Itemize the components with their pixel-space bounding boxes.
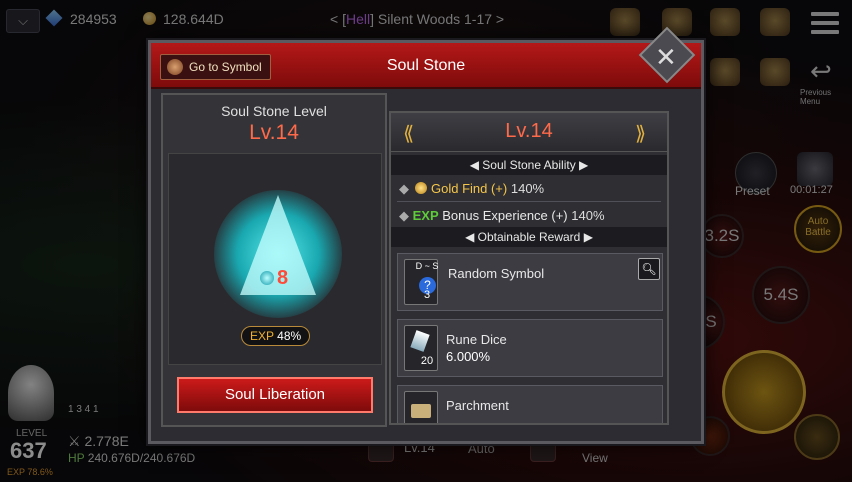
magnifier-icon[interactable]: 🔍︎ <box>638 258 660 280</box>
reward-name: Random Symbol <box>448 266 545 281</box>
reward-header: ◀ Obtainable Reward ▶ <box>391 227 667 247</box>
exp-badge: EXP 48% <box>241 326 311 346</box>
next-level-icon[interactable]: ⟫ <box>635 121 646 146</box>
soul-stone-level-label: Soul Stone Level <box>221 103 327 119</box>
soul-stone-level-panel: Soul Stone Level Lv.14 8 EXP 48% Soul Li… <box>161 93 387 427</box>
reward-item-parchment[interactable]: Parchment <box>397 385 663 423</box>
diamond-bullet-icon: ◆ <box>399 208 409 223</box>
modal-header: Go to Symbol Soul Stone ✕ <box>151 26 701 89</box>
level-selector: ⟪ Lv.14 ⟫ <box>391 113 667 152</box>
gold-coin-icon <box>415 182 427 194</box>
crystal-display: 8 EXP 48% <box>168 153 382 365</box>
shard-count: 8 <box>277 267 289 289</box>
soul-stone-detail-panel: ⟪ Lv.14 ⟫ ◀ Soul Stone Ability ▶ ◆ Gold F… <box>389 111 669 425</box>
soul-shard-icon <box>260 271 274 285</box>
reward-name: Parchment <box>446 398 509 413</box>
soul-liberation-button[interactable]: Soul Liberation <box>177 377 373 413</box>
ability-gold-find: ◆ Gold Find (+) 140% <box>399 181 545 196</box>
close-icon[interactable]: ✕ <box>655 42 677 73</box>
soul-stone-level-value: Lv.14 <box>249 121 299 144</box>
reward-item-random-symbol[interactable]: D ~ S ? 3 Random Symbol 🔍︎ <box>397 253 663 311</box>
divider <box>397 201 661 202</box>
reward-chance: 6.000% <box>446 349 491 364</box>
ability-bonus-exp: ◆ EXP Bonus Experience (+) 140% <box>399 208 605 223</box>
ability-header: ◀ Soul Stone Ability ▶ <box>391 155 667 175</box>
modal-title: Soul Stone <box>386 57 466 74</box>
soul-stone-modal: Go to Symbol Soul Stone ✕ Soul Stone Lev… <box>148 26 704 444</box>
rune-dice-icon: 20 <box>404 325 438 371</box>
random-symbol-icon: D ~ S ? 3 <box>404 259 438 305</box>
parchment-icon <box>404 391 438 423</box>
diamond-bullet-icon: ◆ <box>399 181 409 196</box>
reward-item-rune-dice[interactable]: 20 Rune Dice 6.000% <box>397 319 663 377</box>
exp-icon: EXP <box>412 208 439 223</box>
detail-level-value: Lv.14 <box>505 120 553 142</box>
reward-name: Rune Dice <box>446 332 507 347</box>
